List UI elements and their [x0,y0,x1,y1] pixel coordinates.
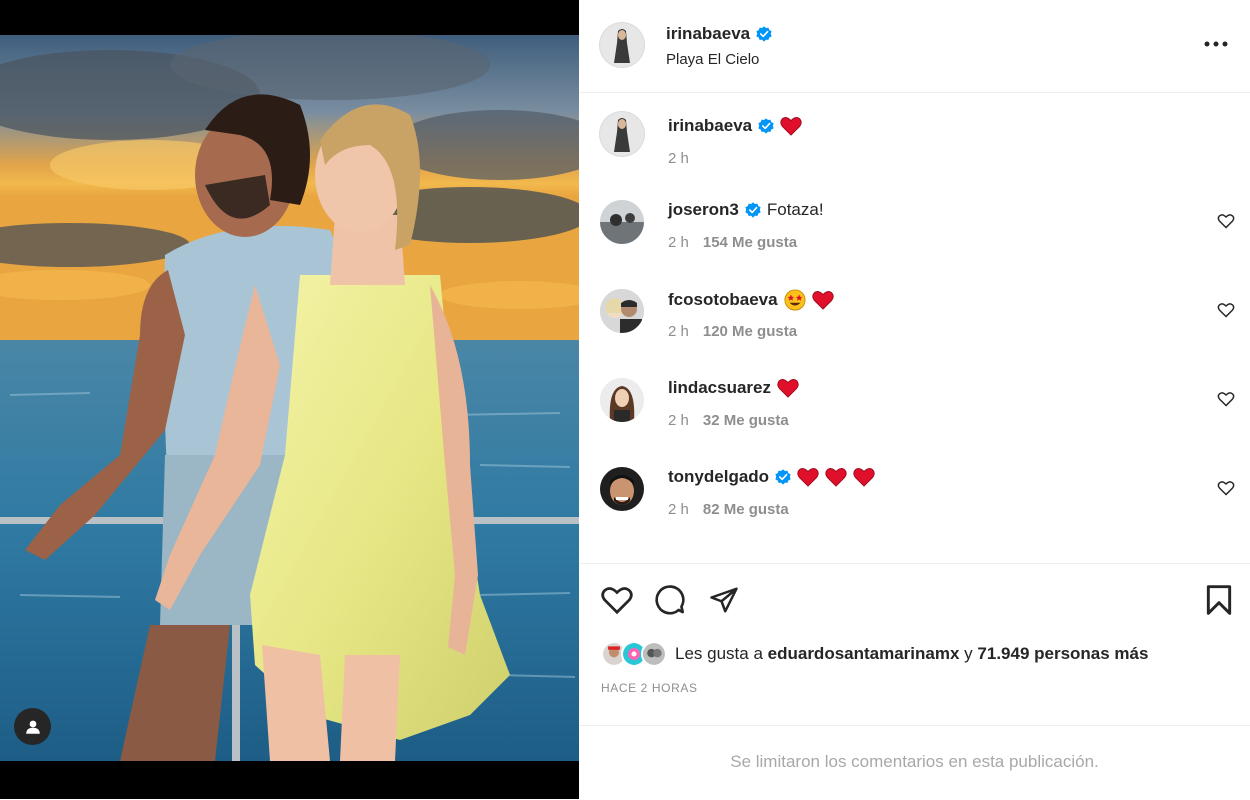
post-photo[interactable] [0,35,579,761]
share-button[interactable] [706,582,742,618]
comment-text: Fotaza! [766,200,824,219]
likes-connector: y [964,644,973,663]
comment-username[interactable]: lindacsuarez [668,378,771,398]
heart-outline-icon [1217,481,1235,496]
comment-button[interactable] [652,582,688,618]
comment-likes[interactable]: 120 Me gusta [703,323,797,340]
caption-avatar[interactable] [600,112,644,156]
comment-meta: 2 h 120 Me gusta [668,323,797,340]
post-details-panel: irinabaeva Playa El Cielo irinabaeva 2 h… [579,0,1250,799]
comment-line: fcosotobaeva [668,289,834,311]
comment-icon [655,585,685,615]
more-options-icon [1204,41,1228,47]
star-struck-emoji-icon [784,289,806,311]
comment-likes[interactable]: 154 Me gusta [703,234,797,251]
commenter-avatar-image [600,378,644,422]
commenter-avatar[interactable] [600,467,644,511]
comment-line: lindacsuarez [668,378,799,398]
comment-likes[interactable]: 82 Me gusta [703,501,789,518]
author-username-row: irinabaeva [666,24,772,44]
author-avatar[interactable] [600,23,644,67]
heart-outline-icon [1217,214,1235,229]
comment-username[interactable]: joseron3 [668,200,739,220]
comment-username[interactable]: fcosotobaeva [668,290,778,310]
bookmark-icon [1206,585,1232,615]
comment-time[interactable]: 2 h [668,412,689,429]
user-icon [25,720,40,734]
commenter-avatar[interactable] [600,378,644,422]
comment-like-button[interactable] [1215,388,1237,410]
heart-outline-icon [1217,392,1235,407]
red-heart-emoji-icon [780,117,802,136]
comment-meta: 2 h 82 Me gusta [668,501,789,518]
comment-time[interactable]: 2 h [668,234,689,251]
post-media [0,0,579,799]
comment-like-button[interactable] [1215,210,1237,232]
red-heart-emoji-icon [825,468,847,487]
caption-meta: 2 h [668,150,689,167]
post-location[interactable]: Playa El Cielo [666,51,759,68]
post-actions: Les gusta a eduardosantamarinamx y 71.94… [579,563,1250,726]
caption-avatar-image [600,112,644,156]
red-heart-emoji-icon [811,291,834,310]
commenter-avatar-image [600,467,644,511]
likes-others[interactable]: 71.949 personas más [977,644,1148,664]
liker-avatar [641,641,667,667]
commenter-avatar-image [600,200,644,244]
share-icon [710,587,738,613]
comment-username[interactable]: tonydelgado [668,467,769,487]
verified-badge-icon [775,469,791,485]
comment-likes[interactable]: 32 Me gusta [703,412,789,429]
verified-badge-icon [758,118,774,134]
likes-featured-user[interactable]: eduardosantamarinamx [768,644,960,664]
like-button[interactable] [599,582,635,618]
caption-line: irinabaeva [668,116,802,136]
comment-time[interactable]: 2 h [668,501,689,518]
commenter-avatar-image [600,289,644,333]
comment-line: tonydelgado [668,467,875,487]
likes-prefix: Les gusta a [675,644,763,663]
post-timestamp[interactable]: HACE 2 HORAS [601,681,698,695]
author-username[interactable]: irinabaeva [666,24,750,44]
commenter-avatar[interactable] [600,289,644,333]
caption-time[interactable]: 2 h [668,150,689,167]
comment-like-button[interactable] [1215,299,1237,321]
comment-like-button[interactable] [1215,477,1237,499]
verified-badge-icon [756,26,772,42]
heart-outline-icon [1217,303,1235,318]
likes-summary: Les gusta a eduardosantamarinamx y 71.94… [601,641,1148,667]
comments-footer: Se limitaron los comentarios en esta pub… [579,725,1250,800]
comment-line: joseron3 Fotaza! [668,200,824,220]
red-heart-emoji-icon [853,468,875,487]
commenter-avatar[interactable] [600,200,644,244]
comment-meta: 2 h 32 Me gusta [668,412,789,429]
heart-icon [601,587,633,615]
likers-avatar-stack[interactable] [601,641,667,667]
comments-limited-notice: Se limitaron los comentarios en esta pub… [730,752,1099,771]
tagged-users-button[interactable] [14,708,51,745]
red-heart-emoji-icon [777,379,799,398]
post-photo-illustration [0,35,579,761]
post-header: irinabaeva Playa El Cielo [579,0,1250,93]
red-heart-emoji-icon [797,468,819,487]
comment-time[interactable]: 2 h [668,323,689,340]
author-avatar-image [600,23,644,67]
save-button[interactable] [1201,582,1237,618]
comment-meta: 2 h 154 Me gusta [668,234,797,251]
verified-badge-icon [745,202,761,218]
more-options-button[interactable] [1199,30,1233,58]
caption-username[interactable]: irinabaeva [668,116,752,136]
